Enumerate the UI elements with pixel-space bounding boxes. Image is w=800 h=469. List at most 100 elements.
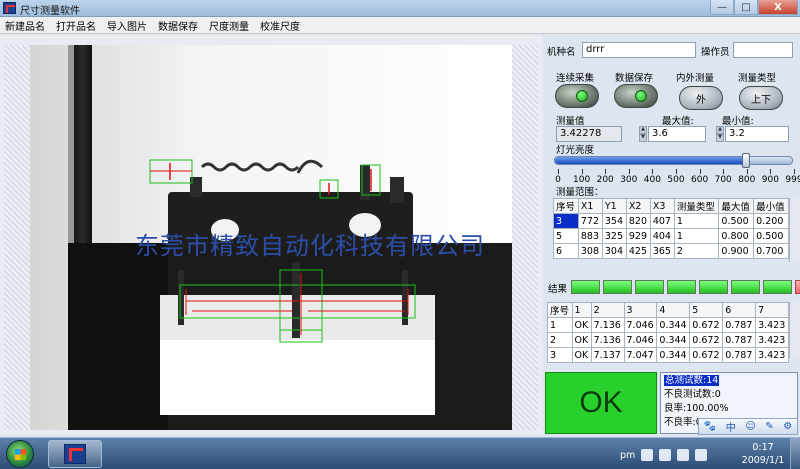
- range-table-cell[interactable]: 5: [553, 228, 579, 244]
- record-table-cell[interactable]: 0.344: [656, 347, 691, 363]
- record-table-row[interactable]: 1 OK 7.136 7.046 0.344 0.672 0.787 3.423: [547, 317, 789, 333]
- inner-outer-toggle[interactable]: 外: [679, 86, 723, 110]
- record-table-cell[interactable]: OK: [571, 332, 592, 348]
- record-table-header-cell[interactable]: 2: [590, 302, 625, 318]
- range-table[interactable]: 序号 X1 Y1 X2 X3 测量类型 最大值 最小值 3 772 354 820 407 1 0.500 0…: [553, 198, 789, 259]
- menu-new-product[interactable]: 新建品名: [5, 18, 45, 33]
- volume-icon[interactable]: [695, 449, 708, 461]
- range-table-header-cell[interactable]: Y1: [601, 198, 627, 214]
- save-data-button[interactable]: [614, 84, 658, 108]
- min-down-icon[interactable]: ▼: [716, 134, 724, 142]
- range-table-cell[interactable]: 365: [649, 243, 675, 259]
- menu-open-product[interactable]: 打开品名: [56, 18, 96, 33]
- record-table-cell[interactable]: 0.672: [689, 347, 724, 363]
- record-table-cell[interactable]: 0.787: [722, 347, 757, 363]
- record-table-cell[interactable]: 3.423: [755, 317, 789, 333]
- record-table-cell[interactable]: 0.344: [656, 317, 691, 333]
- record-table-cell[interactable]: OK: [571, 317, 592, 333]
- min-stepper[interactable]: ▲ ▼: [716, 126, 724, 142]
- record-table-cell[interactable]: 0.672: [689, 317, 724, 333]
- tray-pm-text[interactable]: pm: [620, 450, 635, 461]
- range-table-cell[interactable]: 3: [553, 213, 579, 229]
- range-table-cell[interactable]: 325: [601, 228, 627, 244]
- taskbar-app-button[interactable]: [48, 440, 102, 468]
- record-table-cell[interactable]: 7.137: [590, 347, 625, 363]
- smiley-icon[interactable]: ☺: [745, 421, 755, 432]
- record-table-cell[interactable]: 1: [547, 317, 573, 333]
- paw-icon[interactable]: 🐾: [704, 421, 716, 432]
- record-table-scrollbar[interactable]: [789, 302, 800, 358]
- pen-icon[interactable]: ✎: [765, 421, 773, 432]
- range-table-cell[interactable]: 0.800: [718, 228, 755, 244]
- minimize-button[interactable]: —: [710, 0, 734, 15]
- range-table-header-cell[interactable]: X2: [625, 198, 651, 214]
- record-table-cell[interactable]: 7.046: [623, 317, 658, 333]
- maximize-button[interactable]: □: [734, 0, 758, 15]
- range-table-cell[interactable]: 883: [577, 228, 603, 244]
- light-slider[interactable]: [554, 153, 793, 168]
- record-table-header-cell[interactable]: 7: [755, 302, 789, 318]
- range-table-cell[interactable]: 304: [601, 243, 627, 259]
- flag-icon[interactable]: [677, 449, 690, 461]
- record-table-cell[interactable]: OK: [571, 347, 592, 363]
- record-table[interactable]: 序号 1 2 3 4 5 6 7 1 OK 7.136 7.046 0.344 0.672 0.787 3.4…: [547, 302, 789, 363]
- measure-type-toggle[interactable]: 上下: [739, 86, 783, 110]
- record-table-header-cell[interactable]: 6: [722, 302, 757, 318]
- menu-save-data[interactable]: 数据保存: [158, 18, 198, 33]
- record-table-cell[interactable]: 7.136: [590, 332, 625, 348]
- show-desktop-button[interactable]: [790, 438, 800, 469]
- record-table-cell[interactable]: 7.136: [590, 317, 625, 333]
- record-table-header-cell[interactable]: 4: [656, 302, 691, 318]
- range-table-cell[interactable]: 308: [577, 243, 603, 259]
- record-table-cell[interactable]: 0.787: [722, 317, 757, 333]
- record-table-cell[interactable]: 2: [547, 332, 573, 348]
- record-table-cell[interactable]: 3.423: [755, 347, 789, 363]
- range-table-cell[interactable]: 6: [553, 243, 579, 259]
- machine-name-input[interactable]: drrr: [582, 42, 696, 58]
- range-table-cell[interactable]: 407: [649, 213, 675, 229]
- max-down-icon[interactable]: ▼: [639, 134, 647, 142]
- record-table-header-cell[interactable]: 1: [571, 302, 592, 318]
- continuous-capture-button[interactable]: [555, 84, 599, 108]
- range-table-cell[interactable]: 2: [673, 243, 720, 259]
- range-table-cell[interactable]: 404: [649, 228, 675, 244]
- record-table-header-cell[interactable]: 5: [689, 302, 724, 318]
- range-table-header-cell[interactable]: X1: [577, 198, 603, 214]
- min-up-icon[interactable]: ▲: [716, 126, 724, 134]
- menu-calibrate[interactable]: 校准尺度: [260, 18, 300, 33]
- range-table-cell[interactable]: 0.700: [753, 243, 789, 259]
- close-button[interactable]: X: [758, 0, 798, 15]
- max-up-icon[interactable]: ▲: [639, 126, 647, 134]
- range-table-row[interactable]: 5 883 325 929 404 1 0.800 0.500: [553, 228, 789, 244]
- record-table-header-cell[interactable]: 3: [623, 302, 658, 318]
- range-table-cell[interactable]: 929: [625, 228, 651, 244]
- light-slider-thumb[interactable]: [742, 153, 751, 168]
- network-icon[interactable]: [659, 449, 672, 461]
- help-icon[interactable]: [641, 449, 654, 461]
- record-table-cell[interactable]: 3: [547, 347, 573, 363]
- range-table-cell[interactable]: 0.500: [753, 228, 789, 244]
- range-table-header-cell[interactable]: 序号: [553, 198, 579, 214]
- gear-icon[interactable]: ⚙: [783, 421, 792, 432]
- record-table-cell[interactable]: 0.787: [722, 332, 757, 348]
- range-table-cell[interactable]: 0.200: [753, 213, 789, 229]
- range-table-header-cell[interactable]: X3: [649, 198, 675, 214]
- max-value-input[interactable]: 3.6: [648, 126, 706, 142]
- range-table-header-cell[interactable]: 最小值: [753, 198, 789, 214]
- range-table-cell[interactable]: 772: [577, 213, 603, 229]
- min-value-input[interactable]: 3.2: [725, 126, 789, 142]
- menu-import-image[interactable]: 导入图片: [107, 18, 147, 33]
- clock[interactable]: 0:17 2009/1/1: [738, 441, 788, 467]
- record-table-cell[interactable]: 0.672: [689, 332, 724, 348]
- range-table-scrollbar[interactable]: [789, 198, 800, 262]
- menu-measure[interactable]: 尺度测量: [209, 18, 249, 33]
- range-table-cell[interactable]: 0.500: [718, 213, 755, 229]
- range-table-cell[interactable]: 1: [673, 228, 720, 244]
- range-table-header-cell[interactable]: 测量类型: [673, 198, 720, 214]
- record-table-row[interactable]: 3 OK 7.137 7.047 0.344 0.672 0.787 3.423: [547, 347, 789, 363]
- range-table-cell[interactable]: 354: [601, 213, 627, 229]
- record-table-cell[interactable]: 7.046: [623, 332, 658, 348]
- range-table-cell[interactable]: 425: [625, 243, 651, 259]
- record-table-cell[interactable]: 0.344: [656, 332, 691, 348]
- record-table-row[interactable]: 2 OK 7.136 7.046 0.344 0.672 0.787 3.423: [547, 332, 789, 348]
